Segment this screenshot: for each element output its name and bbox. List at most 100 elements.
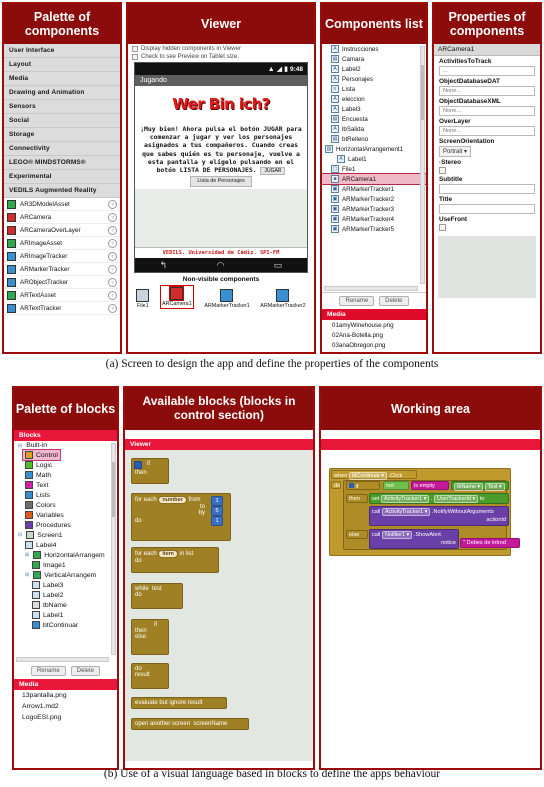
components-tree-vscrollbar[interactable] xyxy=(420,46,425,284)
component-tree-node-3[interactable]: A Personajes xyxy=(322,74,426,84)
blocks-tree-node-10[interactable]: Label4 xyxy=(23,540,117,550)
tbname-dropdown[interactable]: tbName ▾ xyxy=(454,483,484,491)
help-icon[interactable]: ? xyxy=(108,212,117,222)
blocks-rename-button[interactable]: Rename xyxy=(30,666,66,676)
component-tree-node-18[interactable]: ▣ ARMarkerTracker5 xyxy=(322,224,426,234)
property-input[interactable] xyxy=(439,184,535,194)
component-tree-node-5[interactable]: Aeleccion xyxy=(322,94,426,104)
set-activitytracker-property-block[interactable]: set ActivityTracker1 ▾ . UserTrackerId ▾… xyxy=(369,493,509,504)
palette-category-5[interactable]: Social xyxy=(4,114,120,128)
block-if-then-else[interactable]: if then else xyxy=(131,619,169,655)
property-checkbox[interactable] xyxy=(439,167,446,174)
tablet-preview-checkbox-row[interactable]: Check to see Preview on Tablet size. xyxy=(128,52,314,60)
palette-category-2[interactable]: Media xyxy=(4,72,120,86)
display-hidden-components-checkbox[interactable] xyxy=(132,46,138,52)
help-icon[interactable]: ? xyxy=(108,290,117,300)
property-input[interactable]: None... xyxy=(439,106,535,116)
working-area-canvas[interactable]: when btContinuar ▾ .Click do if not is empt… xyxy=(321,450,540,761)
when-target-dropdown[interactable]: btContinuar ▾ xyxy=(348,472,388,480)
blocks-tree-node-5[interactable]: Lists xyxy=(23,490,117,500)
property-checkbox[interactable] xyxy=(439,224,446,231)
palette-component-4[interactable]: ARImageTracker? xyxy=(4,250,120,263)
component-tree-node-11[interactable]: A Label1 xyxy=(322,154,426,164)
help-icon[interactable]: ? xyxy=(108,238,117,248)
block-open-screen[interactable]: open another screen screenName xyxy=(131,718,249,730)
tbname-prop-dropdown[interactable]: Text ▾ xyxy=(484,483,505,491)
set-prop-dropdown[interactable]: UserTrackerId ▾ xyxy=(434,495,479,503)
blocks-tree-node-8[interactable]: Procedures xyxy=(23,520,117,530)
text-notice-block[interactable]: " Debes de introd xyxy=(460,538,520,548)
number-block-1[interactable]: 5 xyxy=(211,506,223,516)
component-tree-node-7[interactable]: ▤ Encuesta xyxy=(322,114,426,124)
palette-category-3[interactable]: Drawing and Animation xyxy=(4,86,120,100)
component-tree-node-4[interactable]: ≡ Lista xyxy=(322,84,426,94)
component-tree-node-12[interactable]: ▢ File1 xyxy=(322,164,426,174)
not-block[interactable]: not xyxy=(383,481,409,490)
item-pill[interactable]: item xyxy=(158,550,178,558)
blocks-tree-hscrollbar[interactable] xyxy=(16,657,109,662)
mutator-icon[interactable] xyxy=(134,461,142,469)
non-visible-component-3[interactable]: ARMarkerTracker2 xyxy=(260,289,306,309)
blocks-tree-node-11[interactable]: ⊞ HorizontalArrangem xyxy=(23,550,117,560)
if-mutator-icon[interactable] xyxy=(349,483,354,488)
blocks-media-item-1[interactable]: Arrow1.md2 xyxy=(14,701,117,712)
palette-category-10[interactable]: VEDILS Augmented Reality xyxy=(4,184,120,198)
help-icon[interactable]: ? xyxy=(108,303,117,313)
variable-pill[interactable]: number xyxy=(158,496,187,504)
palette-category-1[interactable]: Layout xyxy=(4,58,120,72)
help-icon[interactable]: ? xyxy=(108,251,117,261)
blocks-tree-node-0[interactable]: ⊟ Built-in xyxy=(16,441,117,450)
blocks-tree-vscrollbar[interactable] xyxy=(111,443,116,655)
blocks-tree-node-18[interactable]: btContinuar xyxy=(30,620,117,630)
blocks-media-item-2[interactable]: LogoESI.png xyxy=(14,712,117,723)
help-icon[interactable]: ? xyxy=(108,199,117,209)
if-header[interactable]: if xyxy=(346,481,380,490)
blocks-tree[interactable]: ⊟ Built-in Control Logic Math Text Lists Colors… xyxy=(14,441,117,663)
blocks-tree-node-13[interactable]: ⊞ VerticalArrangem xyxy=(23,570,117,580)
blocks-tree-node-6[interactable]: Colors xyxy=(23,500,117,510)
block-evaluate[interactable]: evaluate but ignore result xyxy=(131,697,227,709)
else-label[interactable]: else xyxy=(346,530,368,539)
components-tree[interactable]: A Instrucciones ▤ Camara A Label2 A Personajes ≡… xyxy=(322,44,426,293)
components-tree-hscrollbar[interactable] xyxy=(324,286,418,291)
blocks-tree-node-12[interactable]: Image1 xyxy=(30,560,117,570)
component-tree-node-8[interactable]: AlbSalida xyxy=(322,124,426,134)
available-blocks-canvas[interactable]: if then for each number from to by do 1 5 1 for e… xyxy=(125,450,313,761)
palette-component-1[interactable]: ARCamera? xyxy=(4,211,120,224)
palette-category-7[interactable]: Connectivity xyxy=(4,142,120,156)
call-notifywithoutarguments-block[interactable]: call ActivityTracker1 ▾ .NotifyWithoutAr… xyxy=(369,506,509,526)
delete-button[interactable]: Delete xyxy=(379,296,409,306)
palette-category-0[interactable]: User Interface xyxy=(4,44,120,58)
rename-button[interactable]: Rename xyxy=(339,296,375,306)
recents-icon[interactable]: ▭ xyxy=(274,260,283,271)
component-tree-node-1[interactable]: ▤ Camara xyxy=(322,54,426,64)
non-visible-component-2[interactable]: ARMarkerTracker1 xyxy=(204,289,250,309)
component-tree-node-9[interactable]: ▤ btRelleno xyxy=(322,134,426,144)
blocks-tree-node-2[interactable]: Logic xyxy=(23,460,117,470)
tree-expander-icon[interactable]: ⊟ xyxy=(18,532,22,538)
non-visible-component-1[interactable]: ARCamera1 xyxy=(159,285,194,310)
do-label[interactable]: do xyxy=(331,481,341,489)
component-tree-node-10[interactable]: ▥ HorizontalArrangement1 xyxy=(322,144,426,154)
blocks-tree-node-4[interactable]: Text xyxy=(23,480,117,490)
jugar-button[interactable]: JUGAR xyxy=(260,166,286,176)
media-item-1[interactable]: 02Ana-Botella.png xyxy=(322,330,426,340)
block-for-each-item[interactable]: for each item in list do xyxy=(131,547,219,573)
call2-target-dropdown[interactable]: Notifier1 ▾ xyxy=(381,531,413,539)
component-tree-node-0[interactable]: A Instrucciones xyxy=(322,44,426,54)
non-visible-component-0[interactable]: File1 xyxy=(136,289,150,309)
palette-component-3[interactable]: ARImageAsset? xyxy=(4,237,120,250)
help-icon[interactable]: ? xyxy=(108,277,117,287)
call-target-dropdown[interactable]: ActivityTracker1 ▾ xyxy=(381,508,431,516)
palette-category-6[interactable]: Storage xyxy=(4,128,120,142)
component-tree-node-14[interactable]: ▣ ARMarkerTracker1 xyxy=(322,184,426,194)
component-tree-node-16[interactable]: ▣ ARMarkerTracker3 xyxy=(322,204,426,214)
display-hidden-components-checkbox-row[interactable]: Display hidden components in Viewer xyxy=(128,44,314,52)
component-tree-node-15[interactable]: ▣ ARMarkerTracker2 xyxy=(322,194,426,204)
help-icon[interactable]: ? xyxy=(108,264,117,274)
property-input[interactable] xyxy=(439,204,535,214)
palette-component-5[interactable]: ARMarkerTracker? xyxy=(4,263,120,276)
blocks-tree-node-14[interactable]: Label3 xyxy=(30,580,117,590)
palette-category-8[interactable]: LEGO® MINDSTORMS® xyxy=(4,156,120,170)
palette-component-0[interactable]: AR3DModelAsset? xyxy=(4,198,120,211)
